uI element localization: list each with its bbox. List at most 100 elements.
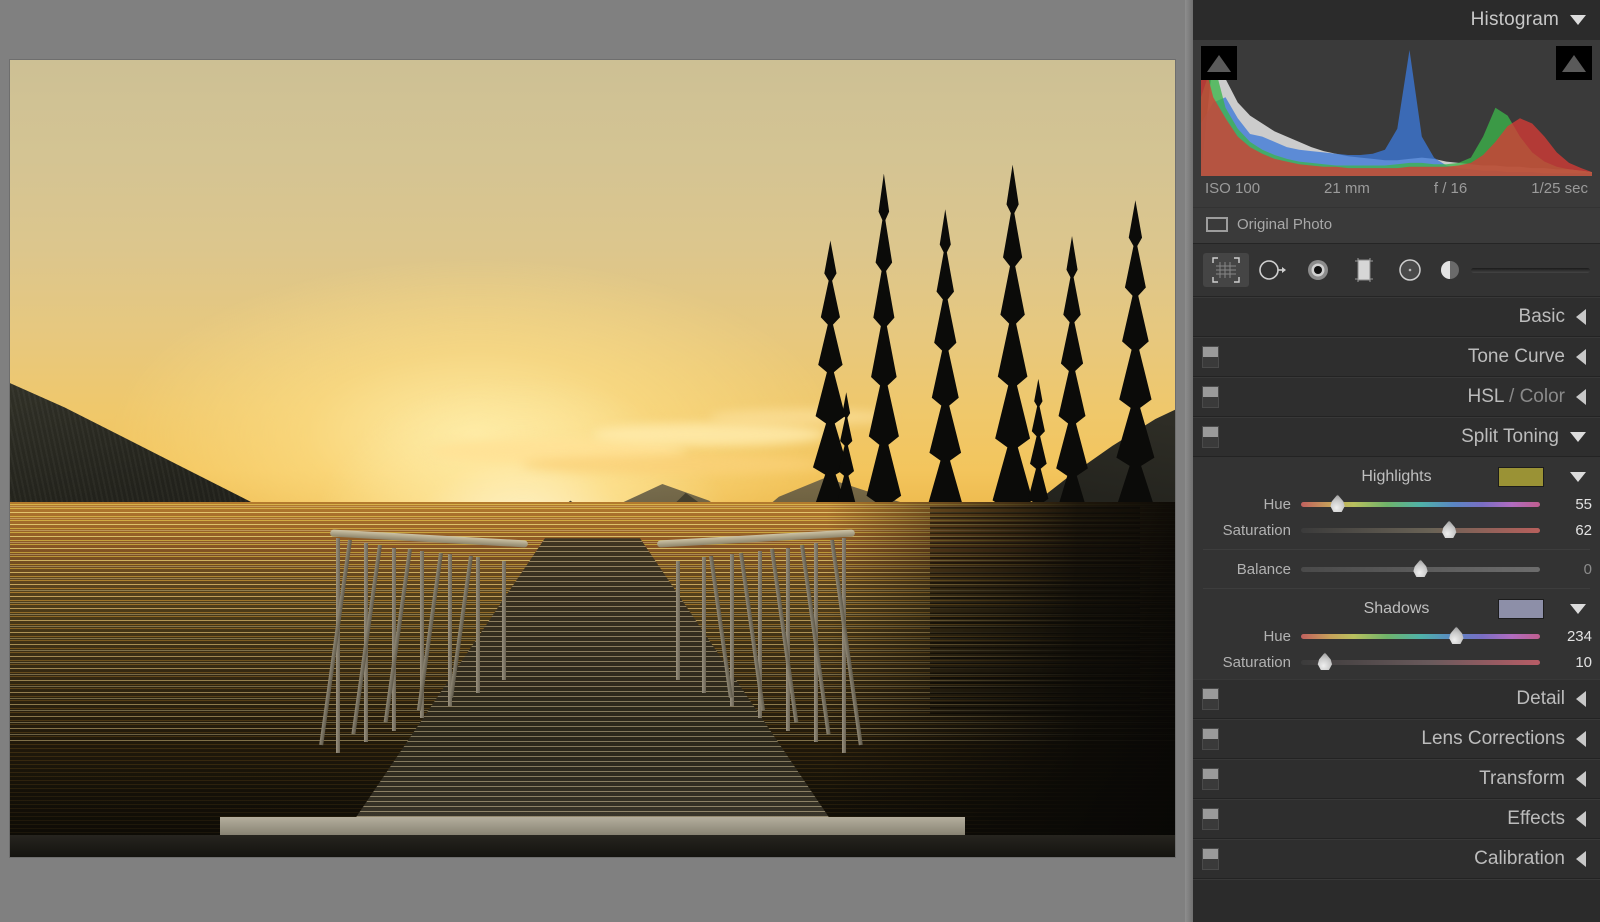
red-eye-correction-tool[interactable] xyxy=(1295,253,1341,287)
highlights-saturation-track xyxy=(1301,527,1540,533)
panel-resize-handle[interactable] xyxy=(1185,0,1193,922)
red-eye-icon xyxy=(1308,260,1328,280)
highlights-saturation-slider[interactable] xyxy=(1301,517,1540,543)
exif-focal-length: 21 mm xyxy=(1324,180,1370,197)
panel-label-effects: Effects xyxy=(1507,808,1565,829)
panel-label-basic: Basic xyxy=(1518,306,1565,327)
chevron-down-icon[interactable] xyxy=(1570,432,1586,442)
panel-header-detail[interactable]: Detail xyxy=(1193,679,1600,719)
radial-filter-icon xyxy=(1399,259,1421,281)
shadows-title: Shadows xyxy=(1363,600,1430,617)
shadows-saturation-slider[interactable] xyxy=(1301,649,1540,675)
image-viewer xyxy=(0,0,1185,922)
exif-aperture: f / 16 xyxy=(1433,180,1468,197)
panel-header-tone-curve[interactable]: Tone Curve xyxy=(1193,337,1600,377)
highlight-clipping-indicator[interactable] xyxy=(1556,46,1592,80)
shadows-hue-value[interactable]: 234 xyxy=(1540,628,1592,645)
divider xyxy=(1203,588,1590,589)
graduated-filter-icon xyxy=(1355,258,1373,282)
chevron-left-icon[interactable] xyxy=(1576,851,1586,867)
panel-switch-split-toning[interactable] xyxy=(1202,426,1219,448)
panel-label-lens-corrections: Lens Corrections xyxy=(1421,728,1565,749)
balance-balance-label: Balance xyxy=(1236,560,1291,578)
shadows-saturation-value[interactable]: 10 xyxy=(1540,654,1592,671)
panel-header-effects[interactable]: Effects xyxy=(1193,799,1600,839)
highlights-saturation-value[interactable]: 62 xyxy=(1540,522,1592,539)
highlights-hue-slider[interactable] xyxy=(1301,491,1540,517)
panel-section-list-bottom: Detail Lens Corrections Transform Effects Ca… xyxy=(1193,679,1600,879)
chevron-left-icon[interactable] xyxy=(1576,811,1586,827)
highlights-saturation-label: Saturation xyxy=(1222,521,1291,539)
balance-balance-row: Balance 0 xyxy=(1193,556,1600,582)
shadows-saturation-thumb[interactable] xyxy=(1317,652,1333,670)
develop-right-panel: Histogram ISO 100 21 mm f / 16 1/25 sec … xyxy=(1193,0,1600,922)
panel-switch-transform[interactable] xyxy=(1202,768,1219,790)
panel-filler xyxy=(1193,879,1600,922)
radial-filter-tool[interactable] xyxy=(1387,253,1433,287)
panel-switch-detail[interactable] xyxy=(1202,688,1219,710)
panel-label-calibration: Calibration xyxy=(1474,848,1565,869)
balance-balance-thumb[interactable] xyxy=(1413,559,1428,577)
adjustment-brush-tool[interactable] xyxy=(1433,257,1590,283)
histogram-graph[interactable] xyxy=(1201,46,1592,176)
histogram-panel: ISO 100 21 mm f / 16 1/25 sec xyxy=(1193,40,1600,207)
highlights-title: Highlights xyxy=(1361,468,1432,485)
photo-frame[interactable] xyxy=(10,60,1175,857)
photo-image xyxy=(10,60,1175,857)
shadows-saturation-track xyxy=(1301,659,1540,665)
shadows-sliders: Hue 234 Saturation 10 xyxy=(1193,623,1600,675)
chevron-left-icon[interactable] xyxy=(1576,349,1586,365)
histogram-header[interactable]: Histogram xyxy=(1193,0,1600,40)
chevron-left-icon[interactable] xyxy=(1576,389,1586,405)
shadows-hue-row: Hue 234 xyxy=(1193,623,1600,649)
highlights-hue-label: Hue xyxy=(1263,495,1291,513)
panel-label-hsl-color: HSL / Color xyxy=(1467,386,1565,407)
highlights-hue-thumb[interactable] xyxy=(1330,494,1345,512)
lightroom-develop-window: Histogram ISO 100 21 mm f / 16 1/25 sec … xyxy=(0,0,1600,922)
panel-header-lens-corrections[interactable]: Lens Corrections xyxy=(1193,719,1600,759)
panel-header-calibration[interactable]: Calibration xyxy=(1193,839,1600,879)
crop-overlay-icon xyxy=(1212,257,1240,283)
panel-header-split-toning[interactable]: Split Toning xyxy=(1193,417,1600,457)
highlights-hue-value[interactable]: 55 xyxy=(1540,496,1592,513)
balance-balance-value[interactable]: 0 xyxy=(1540,561,1592,578)
balance-balance-slider[interactable] xyxy=(1301,556,1540,582)
brush-size-slider[interactable] xyxy=(1471,267,1590,273)
adjustment-brush-icon xyxy=(1441,261,1459,279)
original-photo-row[interactable]: Original Photo xyxy=(1193,207,1600,243)
chevron-left-icon[interactable] xyxy=(1576,691,1586,707)
shadows-chevron-down-icon[interactable] xyxy=(1570,604,1586,614)
panel-switch-tone-curve[interactable] xyxy=(1202,346,1219,368)
highlights-saturation-thumb[interactable] xyxy=(1442,520,1457,538)
panel-header-hsl-color[interactable]: HSL / Color xyxy=(1193,377,1600,417)
highlights-chevron-down-icon[interactable] xyxy=(1570,472,1586,482)
panel-switch-calibration[interactable] xyxy=(1202,848,1219,870)
histogram-svg xyxy=(1201,46,1592,176)
panel-header-basic[interactable]: Basic xyxy=(1193,297,1600,337)
shadows-hue-track xyxy=(1301,633,1540,639)
panel-label-transform: Transform xyxy=(1479,768,1565,789)
highlights-sliders: Hue 55 Saturation 62 xyxy=(1193,491,1600,543)
panel-switch-effects[interactable] xyxy=(1202,808,1219,830)
shadow-clipping-indicator[interactable] xyxy=(1201,46,1237,80)
panel-header-transform[interactable]: Transform xyxy=(1193,759,1600,799)
panel-switch-lens-corrections[interactable] xyxy=(1202,728,1219,750)
exif-shutter-speed: 1/25 sec xyxy=(1531,180,1588,197)
shadows-title-row: Shadows xyxy=(1193,595,1600,623)
panel-switch-hsl-color[interactable] xyxy=(1202,386,1219,408)
chevron-left-icon[interactable] xyxy=(1576,309,1586,325)
highlights-color-swatch[interactable] xyxy=(1498,467,1544,487)
shadows-hue-thumb[interactable] xyxy=(1449,626,1464,644)
water-shadow-right xyxy=(825,502,1175,857)
tool-strip xyxy=(1193,243,1600,297)
panel-label-split-toning: Split Toning xyxy=(1461,426,1559,447)
graduated-filter-tool[interactable] xyxy=(1341,253,1387,287)
chevron-left-icon[interactable] xyxy=(1576,731,1586,747)
chevron-left-icon[interactable] xyxy=(1576,771,1586,787)
photo-rectangle-icon xyxy=(1206,217,1228,232)
crop-overlay-tool[interactable] xyxy=(1203,253,1249,287)
shadows-hue-slider[interactable] xyxy=(1301,623,1540,649)
shadows-color-swatch[interactable] xyxy=(1498,599,1544,619)
chevron-down-icon[interactable] xyxy=(1570,15,1586,25)
spot-removal-tool[interactable] xyxy=(1249,253,1295,287)
